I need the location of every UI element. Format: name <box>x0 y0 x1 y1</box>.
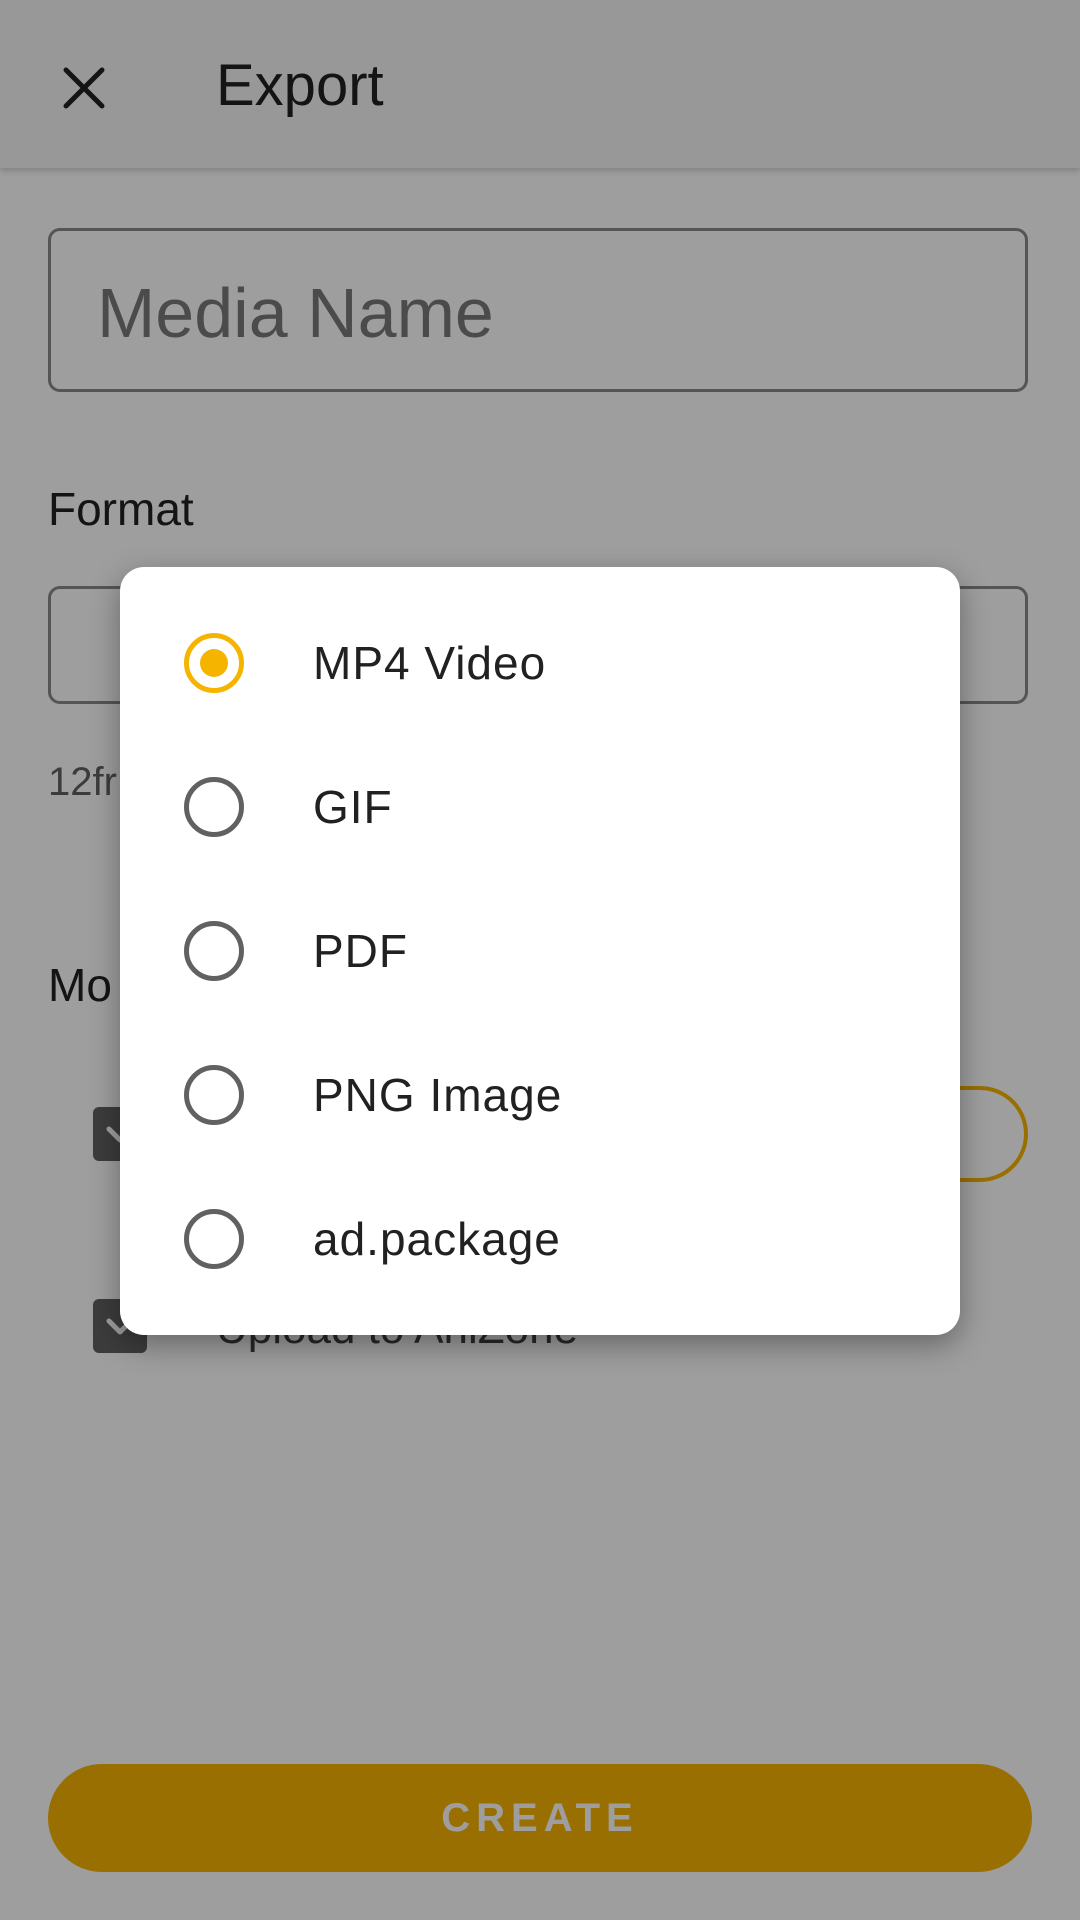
radio-selected-icon[interactable] <box>184 633 244 693</box>
export-screen: Export Media Name Format 12fr Mo T Uploa… <box>0 0 1080 1920</box>
format-option-png[interactable]: PNG Image <box>120 1023 960 1167</box>
format-picker-dialog: MP4 Video GIF PDF PNG Image ad.package <box>120 567 960 1335</box>
format-option-label: PDF <box>313 925 408 977</box>
radio-unselected-icon[interactable] <box>184 1209 244 1269</box>
format-option-label: ad.package <box>313 1213 561 1265</box>
radio-unselected-icon[interactable] <box>184 1065 244 1125</box>
format-option-gif[interactable]: GIF <box>120 735 960 879</box>
format-option-mp4[interactable]: MP4 Video <box>120 591 960 735</box>
format-option-label: PNG Image <box>313 1069 563 1121</box>
format-option-label: MP4 Video <box>313 637 547 689</box>
format-option-pdf[interactable]: PDF <box>120 879 960 1023</box>
radio-unselected-icon[interactable] <box>184 921 244 981</box>
radio-dot <box>200 649 228 677</box>
format-option-ad-package[interactable]: ad.package <box>120 1167 960 1311</box>
format-option-label: GIF <box>313 781 393 833</box>
radio-unselected-icon[interactable] <box>184 777 244 837</box>
